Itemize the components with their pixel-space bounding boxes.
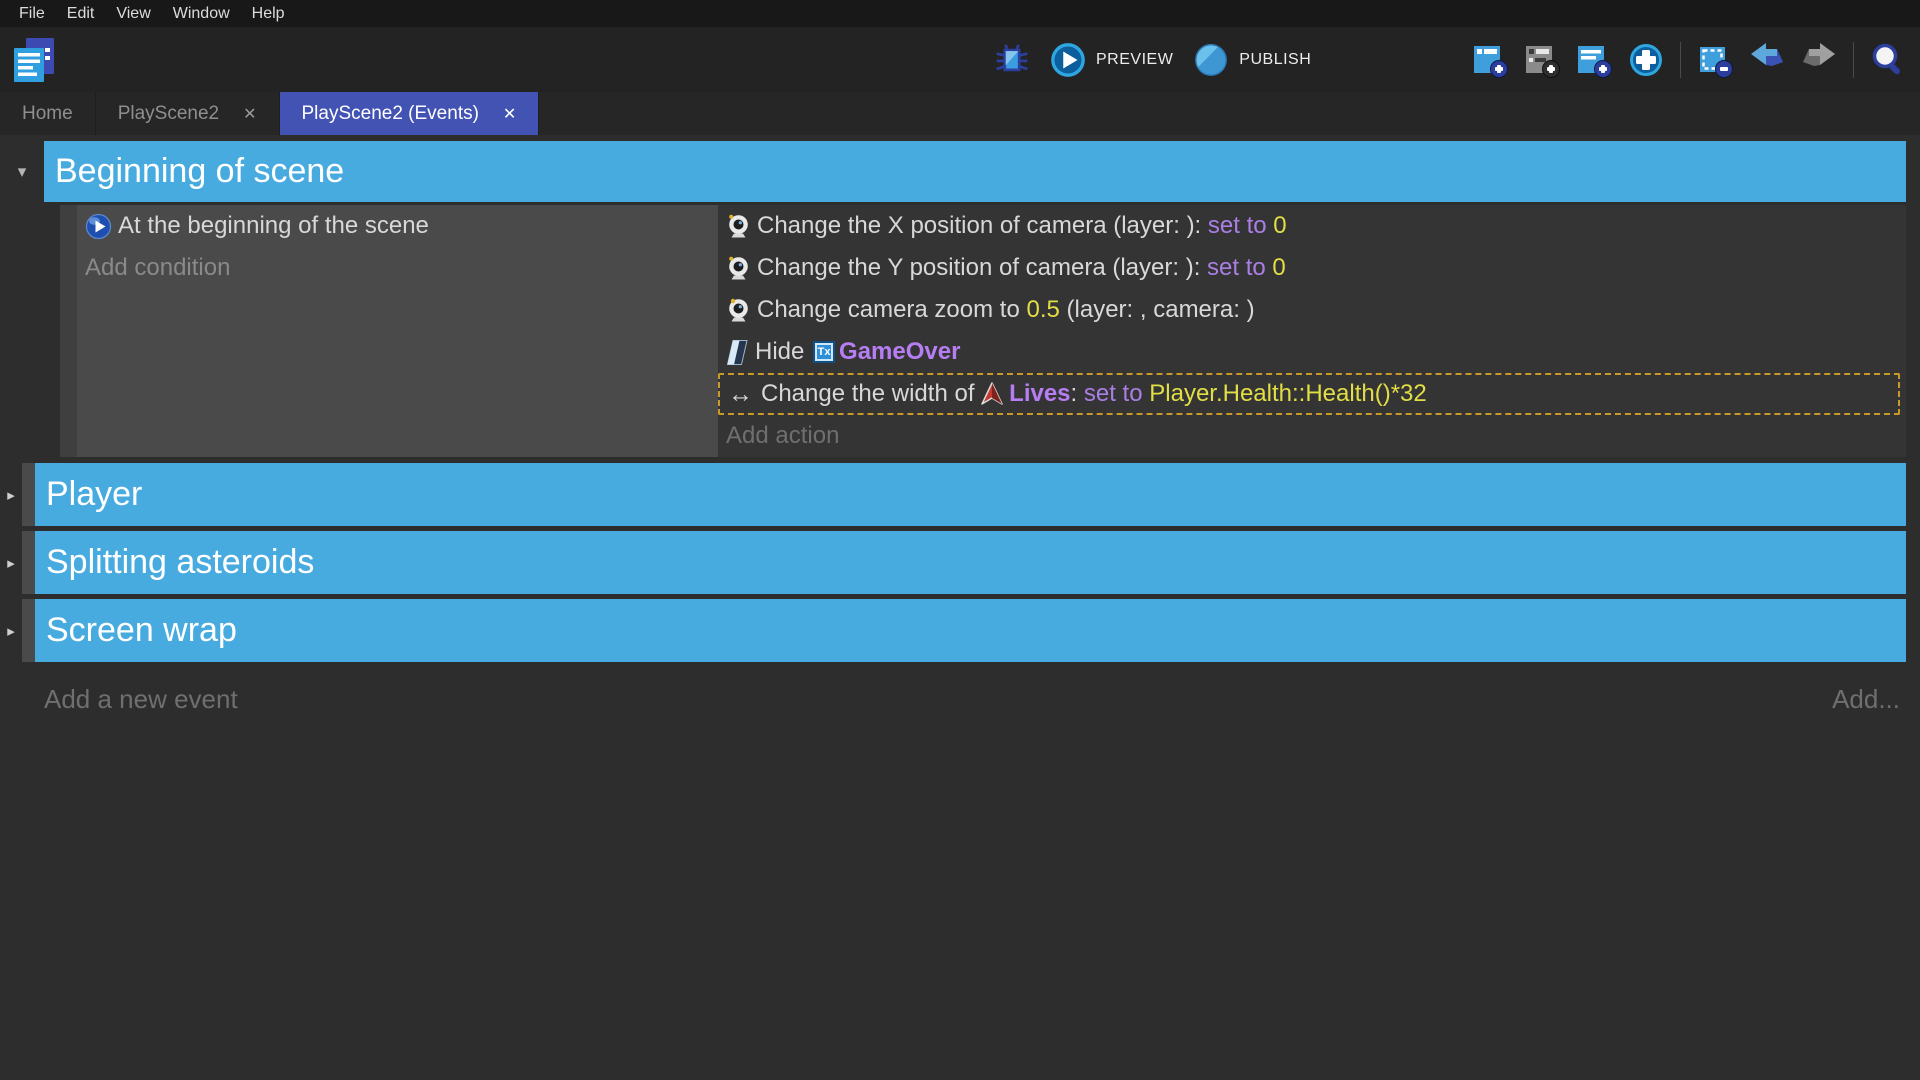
gdevelop-logo-icon[interactable] <box>12 36 56 84</box>
action-row-hide-gameover[interactable]: Hide TxGameOver <box>718 331 1906 373</box>
action-row-change-width-selected[interactable]: ↔ Change the width of Lives: set to Play… <box>718 373 1900 415</box>
tab-label: Home <box>22 103 73 125</box>
condition-text: At the beginning of the scene <box>118 212 429 240</box>
add-condition-button[interactable]: Add condition <box>77 247 718 289</box>
hide-icon <box>726 339 749 366</box>
tab-bar: Home PlayScene2 ✕ PlayScene2 (Events) ✕ <box>0 92 1920 135</box>
ship-object-icon <box>981 382 1003 406</box>
actions-column: Change the X position of camera (layer: … <box>718 205 1906 457</box>
menu-bar: File Edit View Window Help <box>0 0 1920 27</box>
toolbar-separator <box>1853 42 1854 78</box>
tab-home[interactable]: Home <box>0 92 96 135</box>
add-new-event-button[interactable]: Add a new event <box>44 684 238 715</box>
action-row-camera-y[interactable]: Change the Y position of camera (layer: … <box>718 247 1906 289</box>
add-comment-button-icon[interactable] <box>1576 42 1612 78</box>
publish-globe-icon <box>1193 42 1229 78</box>
action-row-camera-zoom[interactable]: Change camera zoom to 0.5 (layer: , came… <box>718 289 1906 331</box>
preview-play-icon <box>1050 42 1086 78</box>
preview-button[interactable]: PREVIEW <box>1050 42 1173 78</box>
preview-label: PREVIEW <box>1096 51 1173 69</box>
event-drag-handle[interactable] <box>60 205 77 457</box>
main-toolbar: PREVIEW PUBLISH <box>0 27 1920 92</box>
collapse-caret-icon[interactable]: ▾ <box>0 141 44 202</box>
undo-button-icon[interactable] <box>1749 42 1785 78</box>
event-group-splitting-asteroids: ▸ Splitting asteroids <box>0 531 1906 594</box>
event-drag-handle[interactable] <box>22 463 35 526</box>
menu-help[interactable]: Help <box>241 0 296 27</box>
toolbar-separator <box>1680 42 1681 78</box>
expand-caret-icon[interactable]: ▸ <box>0 599 22 662</box>
group-header[interactable]: Player <box>35 463 1906 526</box>
add-action-button[interactable]: Add action <box>718 415 1906 457</box>
add-more-button[interactable]: Add... <box>1832 684 1900 715</box>
tab-close-icon[interactable]: ✕ <box>243 104 256 124</box>
action-row-camera-x[interactable]: Change the X position of camera (layer: … <box>718 205 1906 247</box>
expand-caret-icon[interactable]: ▸ <box>0 463 22 526</box>
toolbar-center: PREVIEW PUBLISH <box>994 27 1311 92</box>
group-title: Beginning of scene <box>55 152 344 191</box>
tab-label: PlayScene2 (Events) <box>302 103 479 125</box>
tab-playscene2[interactable]: PlayScene2 ✕ <box>96 92 280 135</box>
event-group-screen-wrap: ▸ Screen wrap <box>0 599 1906 662</box>
event-drag-handle[interactable] <box>22 599 35 662</box>
camera-icon <box>726 297 751 324</box>
publish-label: PUBLISH <box>1239 51 1311 69</box>
add-subevent-button-icon[interactable] <box>1524 42 1560 78</box>
menu-edit[interactable]: Edit <box>56 0 106 27</box>
expand-caret-icon[interactable]: ▸ <box>0 531 22 594</box>
group-title: Screen wrap <box>46 611 237 650</box>
event-body: At the beginning of the scene Add condit… <box>60 205 1906 457</box>
text-object-icon: Tx <box>813 341 835 363</box>
conditions-column: At the beginning of the scene Add condit… <box>77 205 718 457</box>
group-title: Splitting asteroids <box>46 543 314 582</box>
group-title: Player <box>46 475 142 514</box>
camera-icon <box>726 213 751 240</box>
condition-row[interactable]: At the beginning of the scene <box>77 205 718 247</box>
event-drag-handle[interactable] <box>22 531 35 594</box>
add-event-button-icon[interactable] <box>1472 42 1508 78</box>
delete-selection-button-icon[interactable] <box>1697 42 1733 78</box>
debugger-icon[interactable] <box>994 42 1030 78</box>
add-extra-button-icon[interactable] <box>1628 42 1664 78</box>
menu-file[interactable]: File <box>8 0 56 27</box>
event-group-beginning-of-scene: ▾ Beginning of scene <box>0 141 1906 202</box>
event-group-player: ▸ Player <box>0 463 1906 526</box>
events-sheet: ▾ Beginning of scene <box>0 135 1920 1080</box>
camera-icon <box>726 255 751 282</box>
group-header[interactable]: Screen wrap <box>35 599 1906 662</box>
group-header[interactable]: Splitting asteroids <box>35 531 1906 594</box>
scene-begin-icon <box>85 213 112 240</box>
group-header[interactable]: Beginning of scene <box>44 141 1906 202</box>
tab-playscene2-events[interactable]: PlayScene2 (Events) ✕ <box>280 92 540 135</box>
search-button-icon[interactable] <box>1870 42 1906 78</box>
redo-button-icon[interactable] <box>1801 42 1837 78</box>
publish-button[interactable]: PUBLISH <box>1193 42 1311 78</box>
events-footer: Add a new event Add... <box>44 684 1900 715</box>
tab-label: PlayScene2 <box>118 103 219 125</box>
gdevelop-window: File Edit View Window Help <box>0 0 1920 1080</box>
toolbar-right <box>1472 27 1906 92</box>
tab-close-icon[interactable]: ✕ <box>503 104 516 124</box>
menu-window[interactable]: Window <box>162 0 241 27</box>
width-arrows-icon: ↔ <box>728 380 753 409</box>
menu-view[interactable]: View <box>105 0 161 27</box>
